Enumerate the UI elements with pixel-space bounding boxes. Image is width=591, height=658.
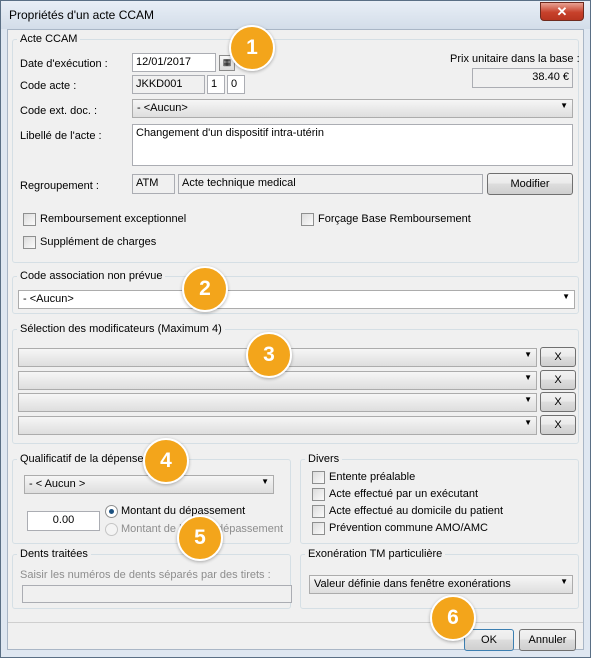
step-badge: 1 [229, 25, 275, 71]
code-association-select[interactable]: - <Aucun> ▼ [18, 290, 575, 309]
code-acte-label: Code acte : [20, 80, 77, 92]
window-title: Propriétés d'un acte CCAM [9, 8, 155, 22]
supplement-charges-label: Supplément de charges [40, 236, 157, 248]
calendar-icon: ▦ [222, 57, 232, 67]
close-icon: ✕ [556, 4, 568, 19]
forcage-base-label: Forçage Base Remboursement [318, 213, 471, 225]
entente-prealable-label: Entente préalable [329, 471, 416, 483]
step-badge: 2 [182, 266, 228, 312]
chevron-down-icon: ▼ [524, 373, 532, 382]
qualificatif-group-label: Qualificatif de la dépense [17, 453, 147, 465]
code-ext-doc-label: Code ext. doc. : [20, 105, 98, 117]
acte-ccam-group: Acte CCAM Date d'exécution : 12/01/2017 … [12, 33, 580, 263]
chevron-down-icon: ▼ [524, 395, 532, 404]
modificateurs-group-label: Sélection des modificateurs (Maximum 4) [17, 323, 225, 335]
exoneration-select[interactable]: Valeur définie dans fenêtre exonérations… [309, 575, 573, 594]
title-bar[interactable]: Propriétés d'un acte CCAM ✕ [1, 1, 590, 29]
remboursement-exceptionnel-label: Remboursement exceptionnel [40, 213, 187, 225]
acte-executant-checkbox[interactable] [312, 488, 325, 501]
chevron-down-icon: ▼ [562, 292, 570, 301]
dialog-window: Propriétés d'un acte CCAM ✕ Acte CCAM Da… [0, 0, 591, 658]
clear-modificateur-button[interactable]: X [540, 370, 576, 390]
modificateurs-group: Sélection des modificateurs (Maximum 4) … [12, 323, 579, 444]
modificateur-select[interactable]: ▼ [18, 416, 537, 435]
acte-domicile-label: Acte effectué au domicile du patient [329, 505, 504, 517]
acte-executant-label: Acte effectué par un exécutant [329, 488, 479, 500]
dents-group: Dents traitées Saisir les numéros de den… [12, 548, 292, 609]
qualificatif-value: - < Aucun > [29, 478, 86, 490]
dents-group-label: Dents traitées [17, 548, 91, 560]
prevention-amo-amc-label: Prévention commune AMO/AMC [329, 522, 488, 534]
ok-button[interactable]: OK [464, 629, 514, 651]
dents-input[interactable] [22, 585, 292, 603]
code-association-group: Code association non prévue - <Aucun> ▼ [12, 270, 579, 314]
step-badge: 6 [430, 595, 476, 641]
footer-divider [8, 622, 583, 623]
qualificatif-select[interactable]: - < Aucun > ▼ [24, 475, 274, 494]
step-badge: 4 [143, 438, 189, 484]
exoneration-value: Valeur définie dans fenêtre exonérations [314, 578, 511, 590]
modifier-button[interactable]: Modifier [487, 173, 573, 195]
supplement-charges-checkbox[interactable] [23, 236, 36, 249]
date-execution-label: Date d'exécution : [20, 58, 108, 70]
date-execution-input[interactable]: 12/01/2017 [132, 53, 216, 72]
dialog-body: Acte CCAM Date d'exécution : 12/01/2017 … [7, 29, 584, 651]
montant-depassement-label: Montant du dépassement [121, 505, 246, 517]
code-acte-phase-input[interactable]: 0 [227, 75, 245, 94]
code-ext-doc-select[interactable]: - <Aucun> ▼ [132, 99, 573, 118]
acte-domicile-checkbox[interactable] [312, 505, 325, 518]
libelle-textarea[interactable]: Changement d'un dispositif intra-utérin [132, 124, 573, 166]
prevention-amo-amc-checkbox[interactable] [312, 522, 325, 535]
code-ext-doc-value: - <Aucun> [137, 102, 188, 114]
prix-unitaire-label: Prix unitaire dans la base : [450, 53, 580, 65]
exoneration-group-label: Exonération TM particulière [305, 548, 446, 560]
forcage-base-checkbox[interactable] [301, 213, 314, 226]
chevron-down-icon: ▼ [524, 350, 532, 359]
libelle-label: Libellé de l'acte : [20, 130, 102, 142]
montant-depassement-radio[interactable] [105, 505, 118, 518]
acte-ccam-group-label: Acte CCAM [17, 33, 81, 45]
prix-unitaire-value: 38.40 € [472, 68, 573, 88]
chevron-down-icon: ▼ [524, 418, 532, 427]
code-acte-activity-input[interactable]: 1 [207, 75, 225, 94]
clear-modificateur-button[interactable]: X [540, 347, 576, 367]
modificateur-select[interactable]: ▼ [18, 393, 537, 412]
chevron-down-icon: ▼ [560, 101, 568, 110]
chevron-down-icon: ▼ [560, 577, 568, 586]
clear-modificateur-button[interactable]: X [540, 392, 576, 412]
chevron-down-icon: ▼ [261, 477, 269, 486]
entente-prealable-checkbox[interactable] [312, 471, 325, 484]
dents-hint: Saisir les numéros de dents séparés par … [20, 569, 271, 581]
step-badge: 3 [246, 332, 292, 378]
regroupement-value: Acte technique medical [178, 174, 483, 194]
divers-group: Divers Entente préalable Acte effectué p… [300, 453, 579, 544]
montant-input[interactable]: 0.00 [27, 511, 100, 531]
code-association-group-label: Code association non prévue [17, 270, 166, 282]
divers-group-label: Divers [305, 453, 343, 465]
clear-modificateur-button[interactable]: X [540, 415, 576, 435]
regroupement-label: Regroupement : [20, 180, 99, 192]
remboursement-exceptionnel-checkbox[interactable] [23, 213, 36, 226]
close-button[interactable]: ✕ [540, 2, 584, 21]
code-acte-input: JKKD001 [132, 75, 205, 94]
step-badge: 5 [177, 515, 223, 561]
cancel-button[interactable]: Annuler [519, 629, 576, 651]
regroupement-code: ATM [132, 174, 175, 194]
code-association-value: - <Aucun> [23, 293, 74, 305]
montant-acte-depassement-radio[interactable] [105, 523, 118, 536]
